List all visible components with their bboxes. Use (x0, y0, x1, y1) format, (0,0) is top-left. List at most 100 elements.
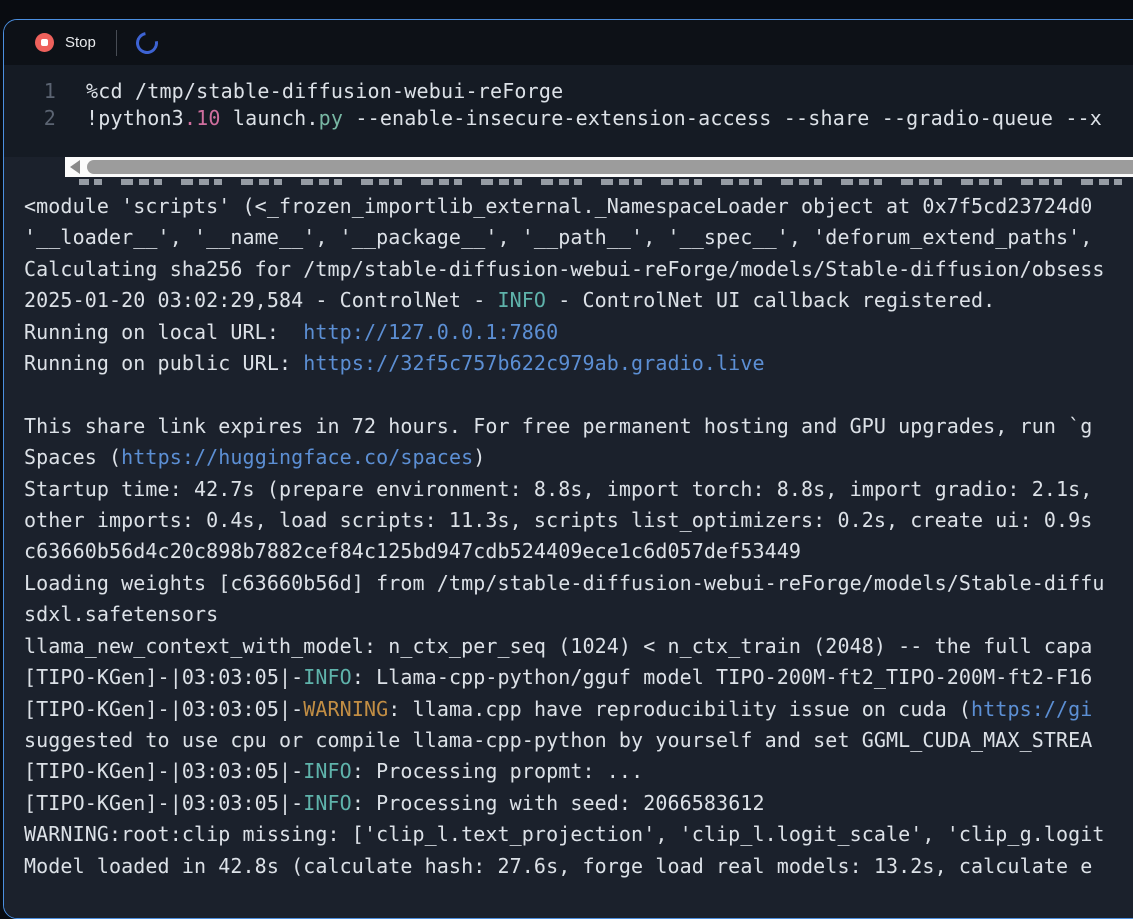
text-segment: WARNING:root:clip missing: ['clip_l.text… (24, 822, 1105, 847)
console-text: Running on local URL: http://127.0.0.1:7… (24, 320, 558, 344)
text-segment: Loading weights [c63660b56d] from /tmp/s… (24, 570, 1105, 595)
console-link[interactable]: https://32f5c757b622c979ab.gradio.live (303, 351, 764, 375)
console-output: <module 'scripts' (<_frozen_importlib_ex… (4, 157, 1133, 918)
console-link[interactable]: https://gi (971, 697, 1092, 721)
console-text: Running on public URL: https://32f5c757b… (24, 351, 765, 375)
text-segment: suggested to use cpu or compile llama-cp… (24, 727, 1093, 752)
console-line: [TIPO-KGen]-|03:03:05|-WARNING: llama.cp… (24, 694, 1133, 725)
text-segment: : Llama-cpp-python/gguf model TIPO-200M-… (351, 665, 1093, 690)
text-segment: ) (473, 445, 486, 470)
console-line: Spaces (https://huggingface.co/spaces) (24, 442, 1133, 473)
text-segment: Spaces ( (24, 445, 122, 470)
text-segment: %cd /tmp/stable-diffusion-webui-reForge (86, 79, 564, 103)
console-log-lines: <module 'scripts' (<_frozen_importlib_ex… (4, 189, 1133, 882)
text-segment: sdxl.safetensors (24, 602, 219, 627)
text-segment: [TIPO-KGen]-|03:03:05|- (24, 759, 304, 784)
text-segment: : Processing propmt: ... (351, 759, 644, 784)
text-segment: INFO (497, 288, 547, 313)
console-line: '__loader__', '__name__', '__package__',… (24, 222, 1133, 253)
scrollbar-left-arrow-icon[interactable] (70, 160, 80, 174)
console-text: [TIPO-KGen]-|03:03:05|-INFO: Llama-cpp-p… (24, 665, 1092, 689)
console-line: sdxl.safetensors (24, 599, 1133, 630)
horizontal-scrollbar[interactable] (65, 157, 1133, 177)
console-text: other imports: 0.4s, load scripts: 11.3s… (24, 508, 1092, 532)
console-line: other imports: 0.4s, load scripts: 11.3s… (24, 505, 1133, 536)
console-text: Startup time: 42.7s (prepare environment… (24, 477, 1092, 501)
text-segment: Running on local URL: (24, 319, 304, 344)
notebook-cell: Stop 1 %cd /tmp/stable-diffusion-webui-re… (3, 19, 1133, 919)
text-segment: launch. (220, 106, 319, 130)
text-segment: INFO (303, 790, 352, 815)
text-segment: INFO (303, 665, 352, 690)
console-text: <module 'scripts' (<_frozen_importlib_ex… (24, 194, 1092, 218)
text-segment: py (318, 106, 344, 130)
stop-icon (35, 33, 54, 52)
text-segment: [TIPO-KGen]-|03:03:05|- (24, 790, 304, 815)
text-segment: llama_new_context_with_model: n_ctx_per_… (24, 633, 1093, 658)
console-text: sdxl.safetensors (24, 602, 218, 626)
text-segment: This share link expires in 72 hours. For… (24, 413, 1093, 438)
line-number: 2 (43, 106, 56, 130)
text-segment: : Processing with seed: 2066583612 (351, 790, 765, 815)
console-link[interactable]: https://huggingface.co/spaces (121, 445, 473, 469)
console-line: 2025-01-20 03:02:29,584 - ControlNet - I… (24, 285, 1133, 316)
text-segment: Running on public URL: (24, 351, 304, 376)
text-segment: '__loader__', '__name__', '__package__',… (24, 225, 1093, 250)
console-line: Startup time: 42.7s (prepare environment… (24, 474, 1133, 505)
console-line: Model loaded in 42.8s (calculate hash: 2… (24, 851, 1133, 882)
stop-button[interactable]: Stop (35, 33, 96, 52)
console-line: Loading weights [c63660b56d] from /tmp/s… (24, 568, 1133, 599)
text-segment: Calculating sha256 for /tmp/stable-diffu… (24, 256, 1105, 281)
text-segment: Model loaded in 42.8s (calculate hash: 2… (24, 853, 1093, 878)
code-text: %cd /tmp/stable-diffusion-webui-reForge (56, 78, 563, 105)
console-line: llama_new_context_with_model: n_ctx_per_… (24, 631, 1133, 662)
console-text: WARNING:root:clip missing: ['clip_l.text… (24, 822, 1105, 846)
console-text: [TIPO-KGen]-|03:03:05|-WARNING: llama.cp… (24, 697, 1092, 721)
text-segment: 2025-01-20 03:02:29,584 - ControlNet - (24, 288, 498, 313)
text-segment: WARNING (303, 696, 389, 721)
stop-button-label: Stop (65, 34, 96, 51)
toolbar-divider (115, 29, 117, 56)
console-text: 2025-01-20 03:02:29,584 - ControlNet - I… (24, 288, 995, 312)
stop-square-glyph (41, 39, 48, 46)
text-segment: - ControlNet UI callback registered. (546, 288, 996, 313)
console-text: llama_new_context_with_model: n_ctx_per_… (24, 634, 1092, 658)
text-segment: other imports: 0.4s, load scripts: 11.3s… (24, 508, 1093, 533)
code-line: 2 !python3.10 launch.py --enable-insecure… (4, 105, 1133, 132)
console-line: [TIPO-KGen]-|03:03:05|-INFO: Llama-cpp-p… (24, 662, 1133, 693)
console-line: Running on public URL: https://32f5c757b… (24, 348, 1133, 379)
console-text: suggested to use cpu or compile llama-cp… (24, 728, 1092, 752)
console-line: [TIPO-KGen]-|03:03:05|-INFO: Processing … (24, 788, 1133, 819)
console-line: This share link expires in 72 hours. For… (24, 411, 1133, 442)
occluded-text-fragments (79, 179, 1133, 185)
running-spinner-icon (131, 27, 163, 58)
console-text: This share link expires in 72 hours. For… (24, 414, 1092, 438)
code-editor[interactable]: 1 %cd /tmp/stable-diffusion-webui-reForge… (4, 65, 1133, 157)
console-text: '__loader__', '__name__', '__package__',… (24, 225, 1092, 249)
code-text: !python3.10 launch.py --enable-insecure-… (56, 105, 1102, 132)
text-segment: c63660b56d4c20c898b7882cef84c125bd947cdb… (24, 539, 802, 564)
console-text: Calculating sha256 for /tmp/stable-diffu… (24, 257, 1105, 281)
console-line: c63660b56d4c20c898b7882cef84c125bd947cdb… (24, 536, 1133, 567)
console-line (24, 379, 1133, 410)
text-segment: !python3 (86, 106, 184, 130)
text-segment: [TIPO-KGen]-|03:03:05|- (24, 696, 304, 721)
cell-toolbar: Stop (4, 20, 1133, 65)
console-line: Calculating sha256 for /tmp/stable-diffu… (24, 254, 1133, 285)
console-text: Model loaded in 42.8s (calculate hash: 2… (24, 854, 1092, 878)
text-segment: INFO (303, 759, 352, 784)
text-segment: : llama.cpp have reproducibility issue o… (388, 696, 972, 721)
scrollbar-thumb[interactable] (87, 160, 1133, 174)
console-line: suggested to use cpu or compile llama-cp… (24, 725, 1133, 756)
console-link[interactable]: http://127.0.0.1:7860 (303, 320, 558, 344)
console-text: Spaces (https://huggingface.co/spaces) (24, 445, 485, 469)
console-text: Loading weights [c63660b56d] from /tmp/s… (24, 571, 1105, 595)
code-line: 1 %cd /tmp/stable-diffusion-webui-reForge (4, 78, 1133, 105)
text-segment: <module 'scripts' (<_frozen_importlib_ex… (24, 194, 1093, 218)
console-text: [TIPO-KGen]-|03:03:05|-INFO: Processing … (24, 759, 643, 783)
console-line: WARNING:root:clip missing: ['clip_l.text… (24, 819, 1133, 850)
console-line: [TIPO-KGen]-|03:03:05|-INFO: Processing … (24, 756, 1133, 787)
console-text: [TIPO-KGen]-|03:03:05|-INFO: Processing … (24, 791, 765, 815)
text-segment: Startup time: 42.7s (prepare environment… (24, 476, 1093, 501)
